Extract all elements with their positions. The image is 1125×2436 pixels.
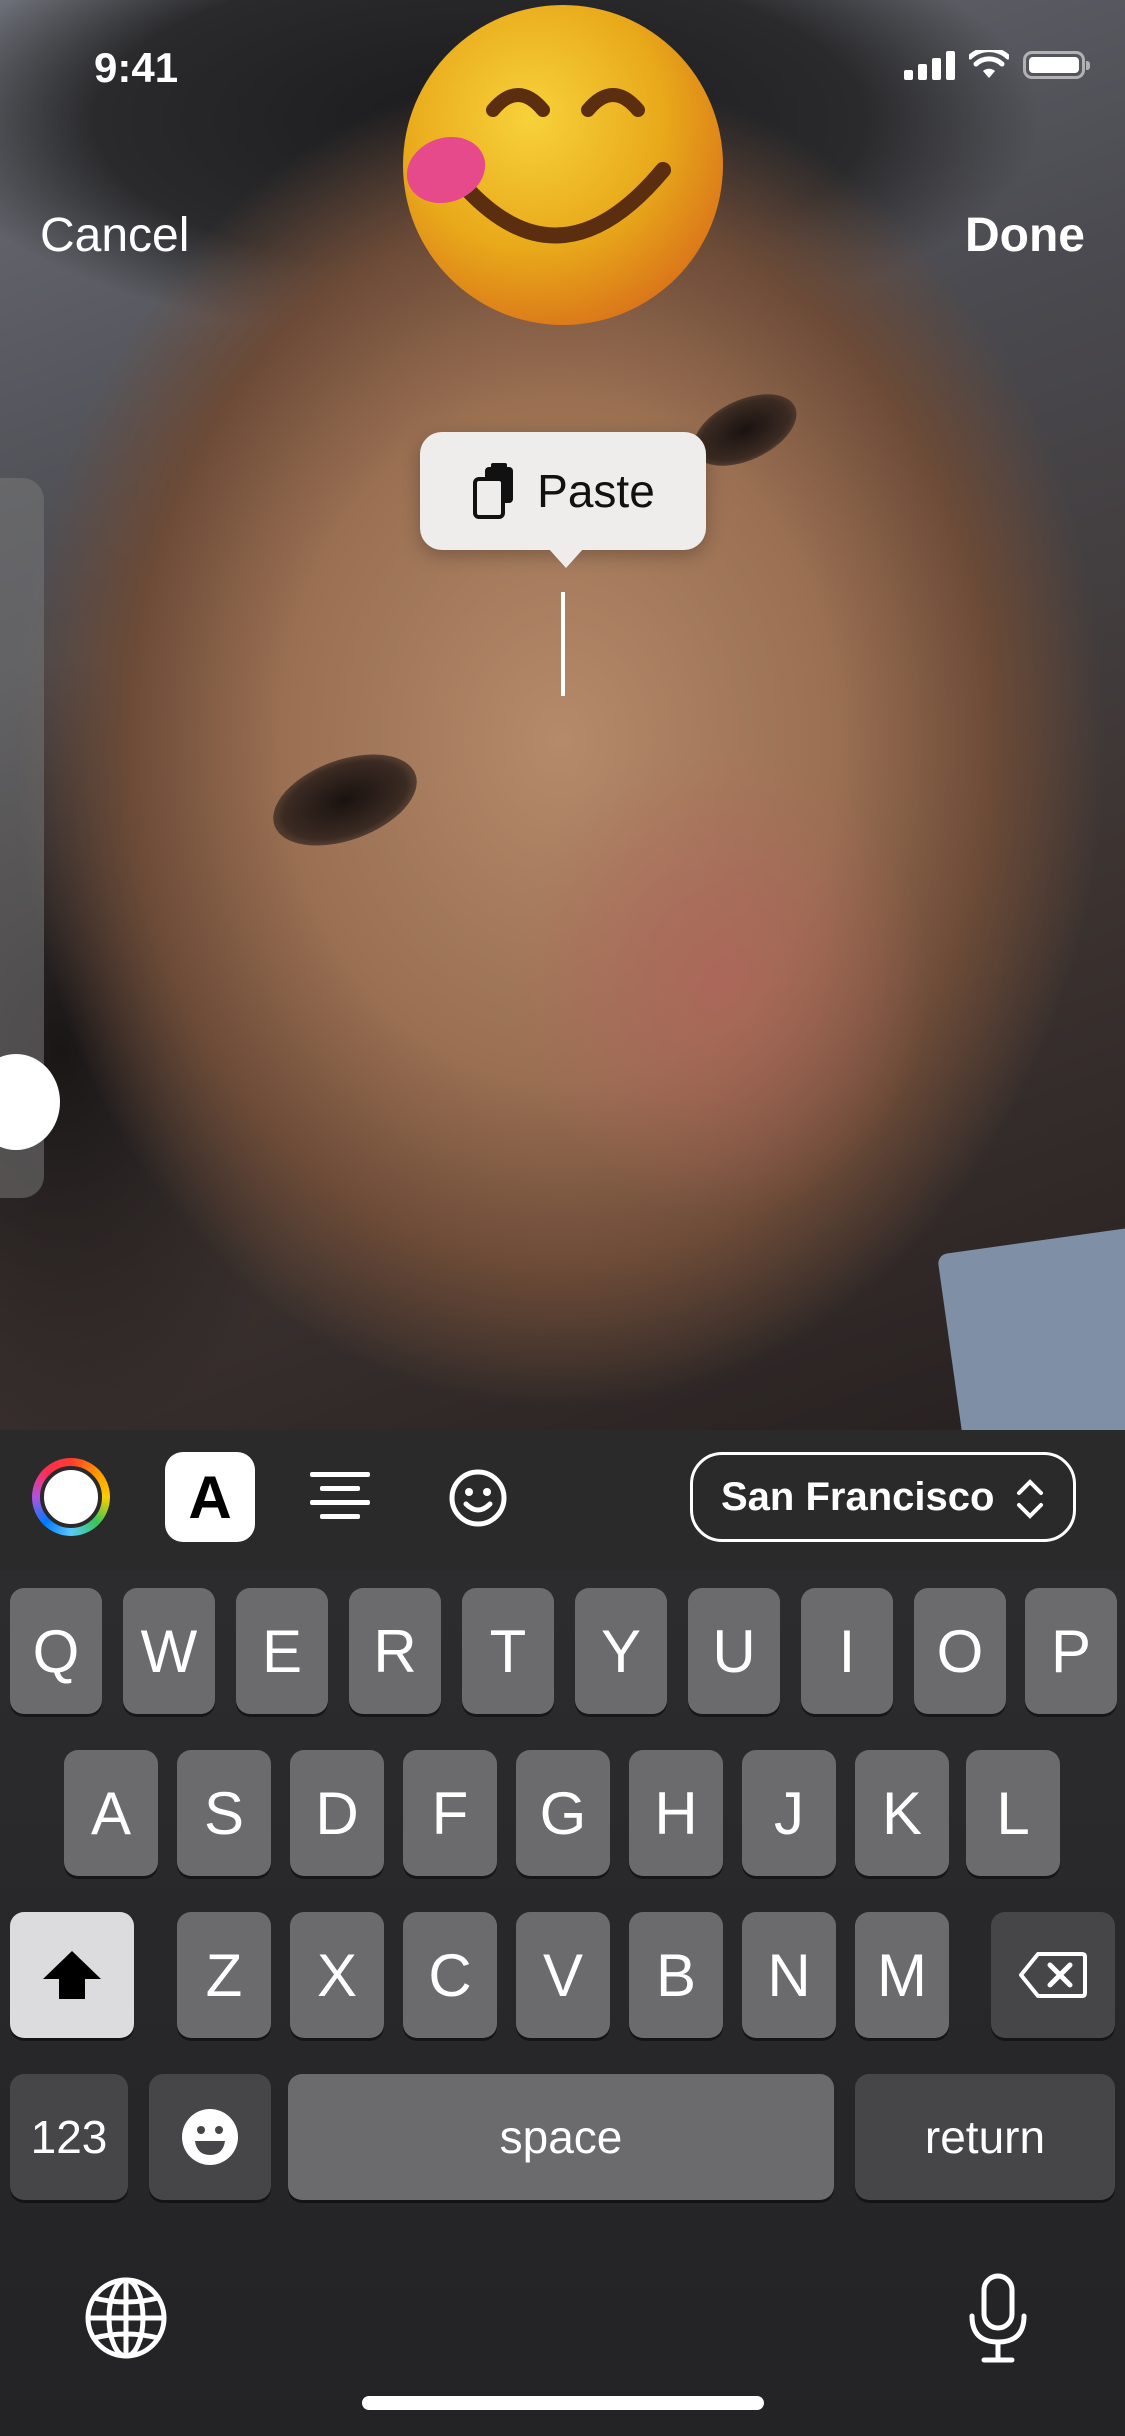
key-g[interactable]: G	[516, 1750, 610, 1876]
numbers-key[interactable]: 123	[10, 2074, 128, 2200]
key-t[interactable]: T	[462, 1588, 554, 1714]
paste-menu[interactable]: Paste	[420, 432, 706, 568]
keyboard: Q W E R T Y U I O P A S D F G H J K L Z …	[0, 1570, 1125, 2436]
shift-key[interactable]	[10, 1912, 134, 2038]
done-button[interactable]: Done	[965, 208, 1085, 263]
key-d[interactable]: D	[290, 1750, 384, 1876]
key-n[interactable]: N	[742, 1912, 836, 2038]
wifi-icon	[969, 50, 1009, 78]
align-center-icon[interactable]	[308, 1468, 372, 1528]
key-x[interactable]: X	[290, 1912, 384, 2038]
key-o[interactable]: O	[914, 1588, 1006, 1714]
chevron-up-down-icon	[1017, 1479, 1043, 1519]
key-v[interactable]: V	[516, 1912, 610, 2038]
space-key[interactable]: space	[288, 2074, 834, 2200]
status-indicators	[904, 50, 1090, 80]
clipboard-icon	[473, 463, 514, 519]
key-f[interactable]: F	[403, 1750, 497, 1876]
text-tools-toolbar: A San Francisco	[0, 1430, 1125, 1570]
key-e[interactable]: E	[236, 1588, 328, 1714]
key-q[interactable]: Q	[10, 1588, 102, 1714]
home-indicator[interactable]	[362, 2396, 764, 2410]
key-w[interactable]: W	[123, 1588, 215, 1714]
key-h[interactable]: H	[629, 1750, 723, 1876]
cellular-signal-icon	[904, 50, 955, 80]
battery-icon	[1023, 51, 1090, 79]
key-b[interactable]: B	[629, 1912, 723, 2038]
key-l[interactable]: L	[966, 1750, 1060, 1876]
key-u[interactable]: U	[688, 1588, 780, 1714]
cancel-button[interactable]: Cancel	[40, 208, 189, 263]
key-m[interactable]: M	[855, 1912, 949, 2038]
font-name: San Francisco	[721, 1474, 995, 1519]
key-i[interactable]: I	[801, 1588, 893, 1714]
key-k[interactable]: K	[855, 1750, 949, 1876]
color-wheel-icon[interactable]	[32, 1458, 110, 1536]
smiley-icon[interactable]	[448, 1468, 508, 1528]
key-p[interactable]: P	[1025, 1588, 1117, 1714]
globe-icon[interactable]	[84, 2276, 168, 2360]
key-r[interactable]: R	[349, 1588, 441, 1714]
key-z[interactable]: Z	[177, 1912, 271, 2038]
microphone-icon[interactable]	[966, 2272, 1030, 2364]
emoji-key[interactable]	[149, 2074, 271, 2200]
emoji-face-icon	[182, 2109, 238, 2165]
savoring-food-emoji-sticker[interactable]	[398, 0, 728, 330]
key-y[interactable]: Y	[575, 1588, 667, 1714]
font-picker[interactable]: San Francisco	[690, 1452, 1076, 1542]
status-time: 9:41	[94, 44, 179, 91]
text-style-button[interactable]: A	[165, 1452, 255, 1542]
key-s[interactable]: S	[177, 1750, 271, 1876]
return-key[interactable]: return	[855, 2074, 1115, 2200]
shift-arrow-icon	[43, 1951, 101, 1999]
key-a[interactable]: A	[64, 1750, 158, 1876]
key-c[interactable]: C	[403, 1912, 497, 2038]
delete-backward-icon	[1019, 1952, 1087, 1998]
backspace-key[interactable]	[991, 1912, 1115, 2038]
text-cursor	[561, 592, 565, 696]
key-j[interactable]: J	[742, 1750, 836, 1876]
paste-label: Paste	[537, 465, 655, 517]
